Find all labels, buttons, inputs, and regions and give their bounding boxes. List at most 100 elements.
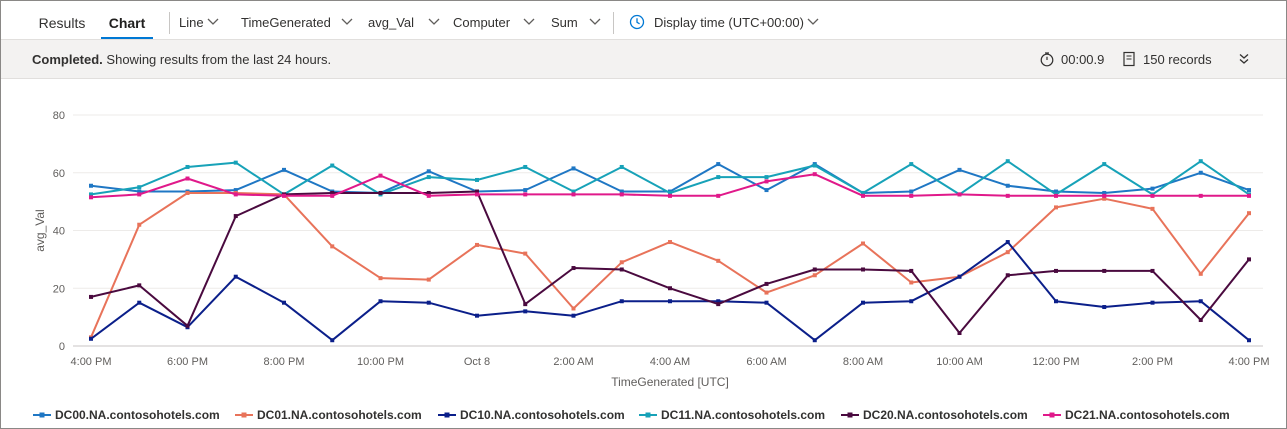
data-point[interactable] (1247, 193, 1251, 198)
data-point[interactable] (1102, 162, 1107, 167)
data-point[interactable] (1198, 193, 1203, 198)
data-point[interactable] (668, 286, 672, 291)
data-point[interactable] (1198, 271, 1203, 276)
data-point[interactable] (909, 189, 914, 194)
data-point[interactable] (426, 300, 431, 305)
data-point[interactable] (233, 274, 238, 279)
x-column-dropdown[interactable]: TimeGenerated (241, 1, 355, 39)
data-point[interactable] (957, 192, 962, 197)
data-point[interactable] (1102, 305, 1107, 310)
data-point[interactable] (716, 162, 721, 167)
data-point[interactable] (1102, 268, 1107, 273)
split-by-dropdown[interactable]: Computer (453, 1, 537, 39)
data-point[interactable] (716, 175, 721, 180)
data-point[interactable] (957, 274, 962, 279)
data-point[interactable] (861, 267, 865, 272)
data-point[interactable] (571, 306, 576, 311)
data-point[interactable] (1150, 186, 1155, 191)
legend-item-dc00[interactable]: DC00.NA.contosohotels.com (33, 404, 233, 426)
data-point[interactable] (1005, 159, 1010, 164)
data-point[interactable] (1054, 299, 1058, 304)
data-point[interactable] (137, 185, 142, 190)
data-point[interactable] (1247, 211, 1251, 216)
data-point[interactable] (1150, 193, 1155, 198)
data-point[interactable] (764, 300, 769, 305)
legend-item-dc20[interactable]: DC20.NA.contosohotels.com (841, 404, 1041, 426)
data-point[interactable] (185, 164, 190, 169)
data-point[interactable] (1005, 240, 1010, 245)
data-point[interactable] (1150, 206, 1155, 211)
data-point[interactable] (764, 175, 769, 180)
data-point[interactable] (957, 331, 962, 336)
data-point[interactable] (378, 276, 383, 281)
data-point[interactable] (571, 266, 576, 271)
collapse-button[interactable] (1235, 50, 1253, 68)
data-point[interactable] (330, 163, 335, 168)
data-point[interactable] (233, 214, 238, 219)
data-point[interactable] (89, 183, 93, 188)
data-point[interactable] (137, 222, 142, 227)
data-point[interactable] (330, 244, 335, 249)
data-point[interactable] (861, 193, 865, 198)
data-point[interactable] (137, 283, 142, 288)
data-point[interactable] (282, 167, 286, 172)
display-time-dropdown[interactable]: Display time (UTC+00:00) (629, 1, 821, 39)
tab-chart[interactable]: Chart (101, 1, 153, 39)
data-point[interactable] (716, 302, 721, 307)
data-point[interactable] (909, 162, 914, 167)
legend-item-dc10[interactable]: DC10.NA.contosohotels.com (438, 404, 638, 426)
series-line[interactable] (90, 163, 1250, 194)
data-point[interactable] (426, 175, 431, 180)
data-point[interactable] (426, 193, 431, 198)
data-point[interactable] (89, 336, 93, 341)
data-point[interactable] (1198, 170, 1203, 175)
data-point[interactable] (233, 192, 238, 197)
data-point[interactable] (764, 281, 769, 286)
data-point[interactable] (812, 172, 817, 177)
data-point[interactable] (89, 195, 93, 200)
data-point[interactable] (619, 192, 624, 197)
data-point[interactable] (1198, 159, 1203, 164)
data-point[interactable] (1150, 300, 1155, 305)
data-point[interactable] (1005, 273, 1010, 278)
data-point[interactable] (426, 169, 431, 174)
data-point[interactable] (330, 338, 335, 343)
legend-item-dc21[interactable]: DC21.NA.contosohotels.com (1043, 404, 1243, 426)
legend-item-dc01[interactable]: DC01.NA.contosohotels.com (235, 404, 435, 426)
data-point[interactable] (475, 177, 479, 182)
data-point[interactable] (957, 167, 962, 172)
data-point[interactable] (909, 193, 914, 198)
data-point[interactable] (475, 192, 479, 197)
data-point[interactable] (619, 164, 624, 169)
data-point[interactable] (1247, 257, 1251, 262)
data-point[interactable] (764, 188, 769, 193)
data-point[interactable] (523, 188, 528, 193)
data-point[interactable] (523, 309, 528, 314)
data-point[interactable] (523, 251, 528, 256)
data-point[interactable] (716, 193, 721, 198)
data-point[interactable] (282, 193, 286, 198)
data-point[interactable] (1150, 268, 1155, 273)
chart-type-dropdown[interactable]: Line (179, 1, 231, 39)
data-point[interactable] (571, 166, 576, 171)
data-point[interactable] (378, 173, 383, 178)
tab-results[interactable]: Results (31, 1, 93, 37)
data-point[interactable] (475, 242, 479, 247)
legend-item-dc11[interactable]: DC11.NA.contosohotels.com (639, 404, 839, 426)
data-point[interactable] (523, 164, 528, 169)
data-point[interactable] (523, 192, 528, 197)
data-point[interactable] (185, 176, 190, 181)
data-point[interactable] (89, 294, 93, 299)
data-point[interactable] (812, 267, 817, 272)
data-point[interactable] (619, 267, 624, 272)
data-point[interactable] (571, 192, 576, 197)
data-point[interactable] (330, 193, 335, 198)
data-point[interactable] (378, 190, 383, 195)
data-point[interactable] (378, 299, 383, 304)
data-point[interactable] (1005, 250, 1010, 255)
data-point[interactable] (909, 299, 914, 304)
series-line[interactable] (90, 192, 1250, 338)
data-point[interactable] (812, 273, 817, 278)
data-point[interactable] (1102, 193, 1107, 198)
data-point[interactable] (668, 299, 672, 304)
